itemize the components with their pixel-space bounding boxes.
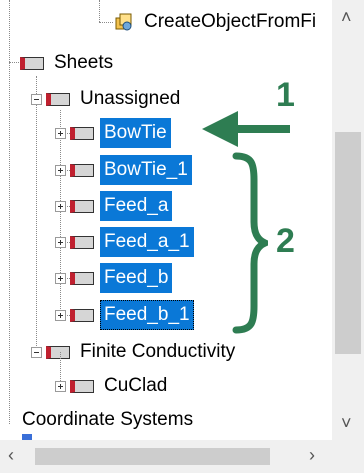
tree-item-label: Coordinate Systems <box>22 409 194 430</box>
collapse-icon[interactable] <box>31 346 42 358</box>
tree-item-label: Feed_b_1 <box>100 300 194 330</box>
expand-icon[interactable] <box>55 200 66 212</box>
sheet-icon <box>70 199 94 213</box>
sheet-icon <box>46 345 70 359</box>
script-object-icon <box>114 12 134 32</box>
tree-item-sheet-object[interactable]: BowTie <box>55 117 171 149</box>
tree-item-create-object[interactable]: CreateObjectFromFi <box>114 6 320 38</box>
tree-line <box>9 0 11 62</box>
tree-item-sheets[interactable]: Sheets <box>20 47 117 79</box>
tree-item-finite-conductivity[interactable]: Finite Conductivity <box>31 336 239 368</box>
tree-item-cuclad[interactable]: CuClad <box>55 370 171 402</box>
tree-item-label: Feed_a <box>100 191 173 221</box>
expand-icon[interactable] <box>55 127 66 139</box>
tree-item-label: Unassigned <box>80 88 181 109</box>
annotation-brace <box>232 152 268 334</box>
horizontal-scrollbar[interactable]: ‹ › <box>0 440 364 473</box>
tree-item-sheet-object[interactable]: BowTie_1 <box>55 154 192 186</box>
tree-view[interactable]: CreateObjectFromFi Sheets Unassigned Bow… <box>0 0 330 440</box>
sheet-icon <box>70 235 94 249</box>
tree-item-label: Feed_b <box>100 263 173 293</box>
sheet-icon <box>70 163 94 177</box>
tree-item-coordinate-systems[interactable]: Coordinate Systems <box>18 404 197 436</box>
tree-item-label: BowTie <box>100 118 171 148</box>
collapse-icon[interactable] <box>31 93 42 105</box>
chevron-right-icon[interactable]: › <box>309 446 315 464</box>
tree-item-label: Sheets <box>54 52 114 73</box>
sheet-icon <box>46 92 70 106</box>
expand-icon[interactable] <box>55 164 66 176</box>
tree-item-label: BowTie_1 <box>100 155 192 185</box>
annotation-label-2: 2 <box>276 222 295 260</box>
tree-item-label: CuClad <box>104 375 168 396</box>
expand-icon[interactable] <box>55 272 66 284</box>
expand-icon[interactable] <box>55 380 66 392</box>
tree-item-label: Finite Conductivity <box>80 341 236 362</box>
chevron-left-icon[interactable]: ‹ <box>8 446 14 464</box>
tree-line <box>36 76 38 352</box>
vertical-scrollbar[interactable]: ˄ ˅ <box>332 0 364 440</box>
tree-item-sheet-object[interactable]: Feed_b_1 <box>55 299 194 331</box>
expand-icon[interactable] <box>55 309 66 321</box>
tree-line <box>99 22 113 24</box>
tree-item-sheet-object[interactable]: Feed_b <box>55 262 173 294</box>
expand-icon[interactable] <box>55 236 66 248</box>
tree-item-label: CreateObjectFromFi <box>144 11 317 32</box>
sheet-icon <box>70 126 94 140</box>
vertical-scroll-thumb[interactable] <box>335 132 361 354</box>
tree-item-sheet-object[interactable]: Feed_a_1 <box>55 226 194 258</box>
tree-item-unassigned[interactable]: Unassigned <box>31 83 184 115</box>
sheet-icon <box>70 379 94 393</box>
chevron-down-icon[interactable]: ˅ <box>341 414 352 432</box>
tree-line <box>99 0 101 22</box>
tree-line <box>9 62 11 424</box>
tree-item-sheet-object[interactable]: Feed_a <box>55 190 173 222</box>
sheet-icon <box>70 308 94 322</box>
tree-item-label: Feed_a_1 <box>100 227 194 257</box>
chevron-up-icon[interactable]: ˄ <box>341 8 352 26</box>
horizontal-scroll-thumb[interactable] <box>35 448 270 465</box>
sheet-icon <box>20 56 44 70</box>
sheet-icon <box>70 271 94 285</box>
annotation-label-1: 1 <box>276 76 295 114</box>
